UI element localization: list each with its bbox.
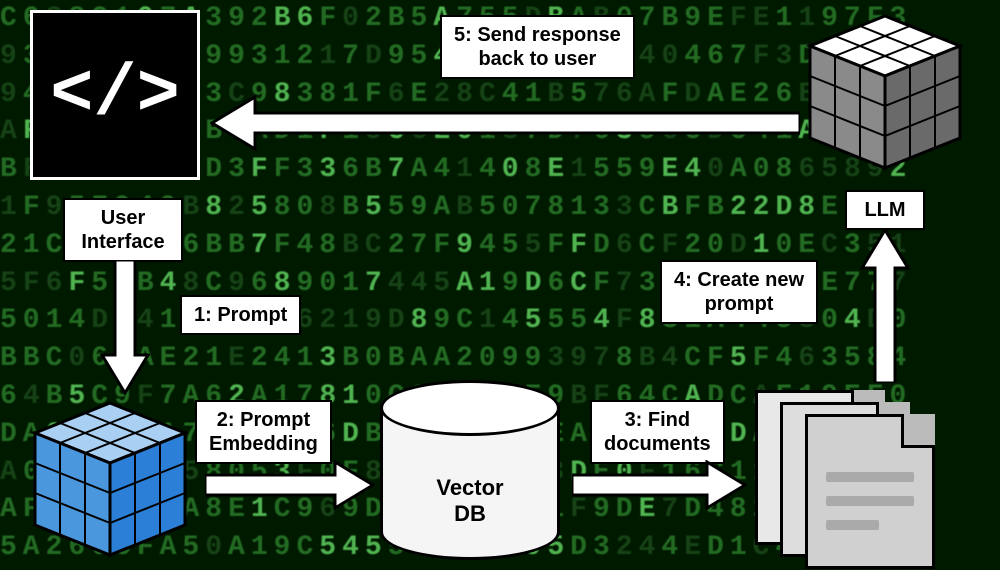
user-interface-label: UserInterface xyxy=(63,198,183,262)
arrow-step-5 xyxy=(210,95,800,151)
arrow-step-3 xyxy=(572,460,747,510)
step-3-label: 3: Finddocuments xyxy=(590,400,725,464)
user-interface-text: UserInterface xyxy=(81,207,164,253)
step-5-text: 5: Send responseback to user xyxy=(454,24,621,70)
llm-cube-icon xyxy=(800,8,970,178)
arrow-step-2 xyxy=(205,460,375,510)
code-icon: </> xyxy=(30,10,200,180)
step-1-text: 1: Prompt xyxy=(194,304,287,326)
llm-label: LLM xyxy=(845,190,925,230)
llm-text: LLM xyxy=(864,199,905,221)
step-4-text: 4: Create newprompt xyxy=(674,269,804,315)
step-4-label: 4: Create newprompt xyxy=(660,260,818,324)
step-5-label: 5: Send responseback to user xyxy=(440,15,635,79)
code-glyph: </> xyxy=(50,54,180,136)
step-2-text: 2: PromptEmbedding xyxy=(209,409,318,455)
vector-db-label: VectorDB xyxy=(380,475,560,528)
documents-icon xyxy=(755,390,945,560)
arrow-step-1 xyxy=(100,260,150,395)
arrow-step-4 xyxy=(860,228,910,383)
step-3-text: 3: Finddocuments xyxy=(604,409,711,455)
step-2-label: 2: PromptEmbedding xyxy=(195,400,332,464)
embedding-cube-icon xyxy=(25,395,195,565)
step-1-label: 1: Prompt xyxy=(180,295,301,335)
vector-db-icon: VectorDB xyxy=(380,380,560,560)
